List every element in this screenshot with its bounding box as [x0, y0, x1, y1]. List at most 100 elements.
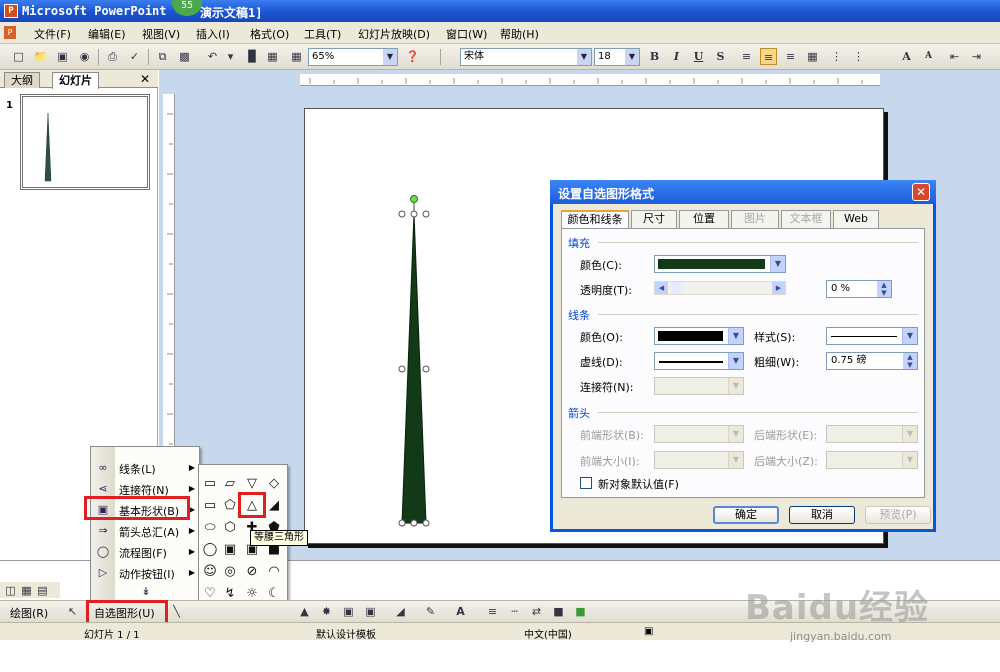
line-tool-icon[interactable]: ╲: [168, 603, 185, 620]
trapezoid-shape-icon[interactable]: ▽: [243, 475, 261, 493]
menu-tools[interactable]: 工具(T): [304, 26, 341, 42]
font-color-icon[interactable]: A: [452, 603, 469, 620]
spelling-icon[interactable]: ✓: [126, 48, 143, 65]
close-icon[interactable]: ✕: [912, 183, 930, 201]
fill-color-icon[interactable]: ◢: [392, 603, 409, 620]
table-icon[interactable]: ▦: [264, 48, 281, 65]
menu-format[interactable]: 格式(O): [250, 26, 289, 42]
font-size-combo[interactable]: 18 ▼: [594, 48, 640, 66]
transparency-input[interactable]: 0 % ▲ ▼: [826, 280, 892, 298]
slider-thumb[interactable]: [671, 282, 683, 294]
menu-item-block-arrows[interactable]: 箭头总汇(A) ▶: [119, 524, 197, 540]
numbering-icon[interactable]: ⋮: [828, 48, 845, 65]
chevron-right-icon[interactable]: ▶: [772, 282, 785, 294]
chevron-down-icon[interactable]: ▼: [383, 49, 397, 65]
decrease-font-icon[interactable]: A: [920, 48, 937, 65]
arrow-style-icon[interactable]: ⇄: [528, 603, 545, 620]
align-left-icon[interactable]: ≡: [738, 48, 755, 65]
line-color-select[interactable]: ▼: [654, 327, 744, 345]
grid-icon[interactable]: ▦: [288, 48, 305, 65]
menu-file[interactable]: 文件(F): [34, 26, 71, 42]
copy-icon[interactable]: ⧉: [154, 48, 171, 65]
fill-color-select[interactable]: ▼: [654, 255, 786, 273]
menu-insert[interactable]: 插入(I): [196, 26, 230, 42]
normal-view-icon[interactable]: ◫: [2, 582, 19, 599]
octagon-shape-icon[interactable]: ⬠: [221, 497, 239, 515]
sorter-view-icon[interactable]: ▦: [18, 582, 35, 599]
diamond-shape-icon[interactable]: ◇: [265, 475, 283, 493]
rotation-handle[interactable]: [410, 195, 418, 203]
font-combo[interactable]: 宋体 ▼: [460, 48, 592, 66]
cancel-button[interactable]: 取消: [789, 506, 855, 524]
menu-view[interactable]: 视图(V): [142, 26, 180, 42]
ok-button[interactable]: 确定: [713, 506, 779, 524]
tab-position[interactable]: 位置: [679, 210, 729, 228]
smiley-shape-icon[interactable]: ☺: [201, 563, 219, 581]
right-triangle-shape-icon[interactable]: ◢: [265, 497, 283, 515]
line-color-icon[interactable]: ✎: [422, 603, 439, 620]
menu-item-flowchart[interactable]: 流程图(F) ▶: [119, 545, 197, 561]
dialog-title-bar[interactable]: 设置自选图形格式 ✕: [550, 180, 936, 204]
chevron-down-icon[interactable]: ▼: [625, 49, 639, 65]
rounded-rect-shape-icon[interactable]: ▭: [201, 497, 219, 515]
3d-style-icon[interactable]: ■: [572, 603, 589, 620]
bold-button[interactable]: B: [646, 48, 663, 65]
slideshow-view-icon[interactable]: ▤: [34, 582, 51, 599]
picture-icon[interactable]: ▣: [362, 603, 379, 620]
chevron-down-icon[interactable]: ▼: [770, 256, 785, 272]
rectangle-shape-icon[interactable]: ▭: [201, 475, 219, 493]
chevron-down-icon[interactable]: ▼: [577, 49, 591, 65]
menu-help[interactable]: 帮助(H): [500, 26, 539, 42]
draw-menu-button[interactable]: 绘图(R): [10, 605, 48, 621]
wordart-icon[interactable]: ▲: [296, 603, 313, 620]
clipart-icon[interactable]: ▣: [340, 603, 357, 620]
tab-web[interactable]: Web: [833, 210, 879, 228]
horizontal-ruler[interactable]: [300, 74, 880, 86]
powerpoint-app-icon[interactable]: P: [4, 4, 18, 18]
paste-icon[interactable]: ▩: [176, 48, 193, 65]
zoom-combo[interactable]: 65% ▼: [308, 48, 398, 66]
bullets-icon[interactable]: ⋮: [850, 48, 867, 65]
line-style-select[interactable]: ▼: [826, 327, 918, 345]
menu-edit[interactable]: 编辑(E): [88, 26, 126, 42]
expand-more-icon[interactable]: ↡: [139, 585, 153, 599]
parallelogram-shape-icon[interactable]: ▱: [221, 475, 239, 493]
chevron-left-icon[interactable]: ◀: [655, 282, 668, 294]
tab-colors-lines[interactable]: 颜色和线条: [561, 210, 629, 228]
hexagon-shape-icon[interactable]: ⬡: [221, 519, 239, 537]
increase-indent-icon[interactable]: ⇥: [968, 48, 985, 65]
decrease-indent-icon[interactable]: ⇤: [946, 48, 963, 65]
open-icon[interactable]: 📁: [32, 48, 49, 65]
permission-icon[interactable]: ◉: [76, 48, 93, 65]
tab-outline[interactable]: 大纲: [4, 72, 40, 88]
shadow-style-icon[interactable]: ■: [550, 603, 567, 620]
chevron-down-icon[interactable]: ▼: [728, 353, 743, 369]
arc-shape-icon[interactable]: ◠: [265, 563, 283, 581]
menu-window[interactable]: 窗口(W): [446, 26, 487, 42]
print-icon[interactable]: ⎙: [104, 48, 121, 65]
line-style-icon[interactable]: ≡: [484, 603, 501, 620]
undo-icon[interactable]: ↶: [204, 48, 221, 65]
spinner-icon[interactable]: ▲ ▼: [877, 281, 891, 297]
help-icon[interactable]: ❓: [404, 48, 421, 65]
undo-dropdown-icon[interactable]: ▾: [222, 48, 239, 65]
donut-shape-icon[interactable]: ◎: [221, 563, 239, 581]
tab-slides[interactable]: 幻灯片: [52, 72, 99, 89]
align-right-icon[interactable]: ≡: [782, 48, 799, 65]
oval-shape-icon[interactable]: ⬭: [201, 519, 219, 537]
cube-shape-icon[interactable]: ▣: [221, 541, 239, 559]
align-center-icon[interactable]: ≡: [760, 48, 777, 65]
spinner-icon[interactable]: ▲ ▼: [903, 353, 917, 369]
document-icon[interactable]: P: [4, 26, 16, 39]
save-icon[interactable]: ▣: [54, 48, 71, 65]
default-checkbox[interactable]: [580, 477, 592, 489]
select-arrow-icon[interactable]: ↖: [64, 603, 81, 620]
menu-item-lines[interactable]: 线条(L) ▶: [119, 461, 197, 477]
underline-button[interactable]: U: [690, 48, 707, 65]
weight-input[interactable]: 0.75 磅 ▲ ▼: [826, 352, 918, 370]
tab-size[interactable]: 尺寸: [631, 210, 677, 228]
slide-thumbnail[interactable]: [20, 94, 150, 190]
distribute-icon[interactable]: ▦: [804, 48, 821, 65]
menu-item-action-buttons[interactable]: 动作按钮(I) ▶: [119, 566, 197, 582]
increase-font-icon[interactable]: A: [898, 48, 915, 65]
